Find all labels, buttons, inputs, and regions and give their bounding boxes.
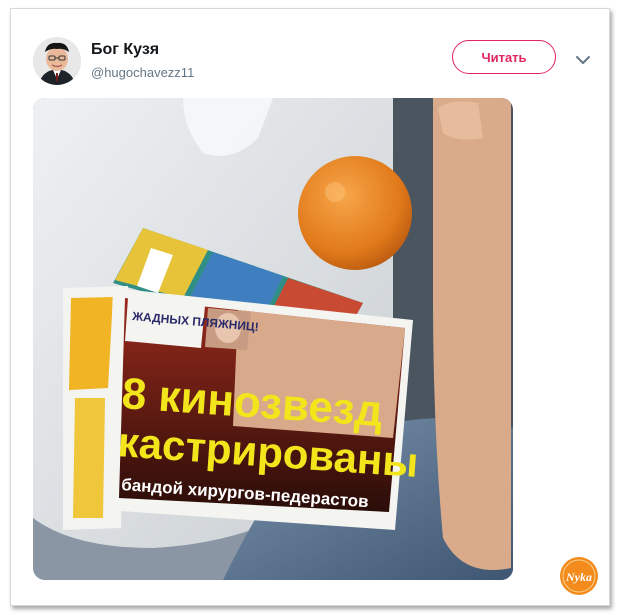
chevron-down-icon[interactable]: [575, 53, 591, 65]
follow-button[interactable]: Читать: [452, 40, 556, 74]
tweet-photo[interactable]: ЖАДНЫХ ПЛЯЖНИЦ! 8 кинозвезд кастрированы…: [33, 98, 513, 580]
author-name[interactable]: Бог Кузя: [91, 41, 159, 59]
avatar[interactable]: [33, 37, 81, 85]
tweet-card: Бог Кузя @hugochavezz11 Читать ЖАДНЫХ ПЛ…: [10, 8, 610, 606]
watermark-logo: Nyka: [559, 556, 599, 596]
watermark-text: Nyka: [565, 570, 592, 584]
author-handle[interactable]: @hugochavezz11: [91, 65, 194, 80]
